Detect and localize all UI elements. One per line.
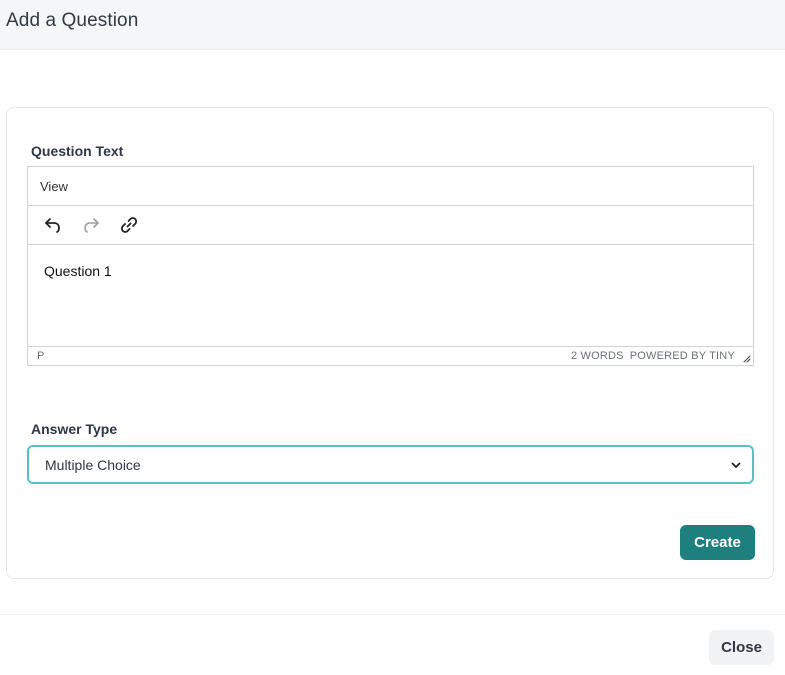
undo-icon bbox=[45, 218, 60, 233]
editor-statusbar: P 2 WORDS POWERED BY TINY bbox=[28, 347, 753, 365]
redo-icon bbox=[84, 218, 99, 233]
redo-button[interactable] bbox=[75, 210, 107, 240]
link-icon bbox=[120, 217, 138, 233]
link-button[interactable] bbox=[113, 210, 145, 240]
editor-toolbar bbox=[28, 206, 753, 245]
answer-type-selected-value: Multiple Choice bbox=[45, 456, 141, 473]
undo-button[interactable] bbox=[37, 210, 69, 240]
create-button[interactable]: Create bbox=[680, 525, 755, 560]
rich-text-editor: View Question 1 P 2 WORDS POWERED BY TIN… bbox=[27, 166, 754, 366]
resize-handle-icon[interactable] bbox=[741, 353, 751, 363]
chevron-down-icon bbox=[731, 462, 741, 468]
answer-type-select[interactable]: Multiple Choice bbox=[27, 445, 754, 484]
modal-title: Add a Question bbox=[6, 9, 139, 31]
powered-by-link[interactable]: POWERED BY TINY bbox=[630, 350, 735, 362]
status-right: 2 WORDS POWERED BY TINY bbox=[571, 350, 753, 362]
editor-content-area[interactable]: Question 1 bbox=[28, 245, 753, 347]
footer-divider bbox=[0, 614, 785, 615]
editor-paragraph: Question 1 bbox=[44, 263, 112, 279]
question-text-label: Question Text bbox=[31, 143, 124, 159]
modal-header: Add a Question bbox=[0, 0, 785, 50]
element-path[interactable]: P bbox=[37, 350, 45, 362]
menu-item-view[interactable]: View bbox=[40, 179, 68, 194]
question-form-card: Question Text View Question 1 P 2 WORDS … bbox=[6, 107, 774, 579]
editor-menubar: View bbox=[28, 167, 753, 206]
word-count[interactable]: 2 WORDS bbox=[571, 350, 624, 362]
add-question-modal: Add a Question Question Text View Questi… bbox=[0, 0, 785, 675]
answer-type-label: Answer Type bbox=[31, 421, 118, 437]
close-button[interactable]: Close bbox=[709, 630, 774, 665]
